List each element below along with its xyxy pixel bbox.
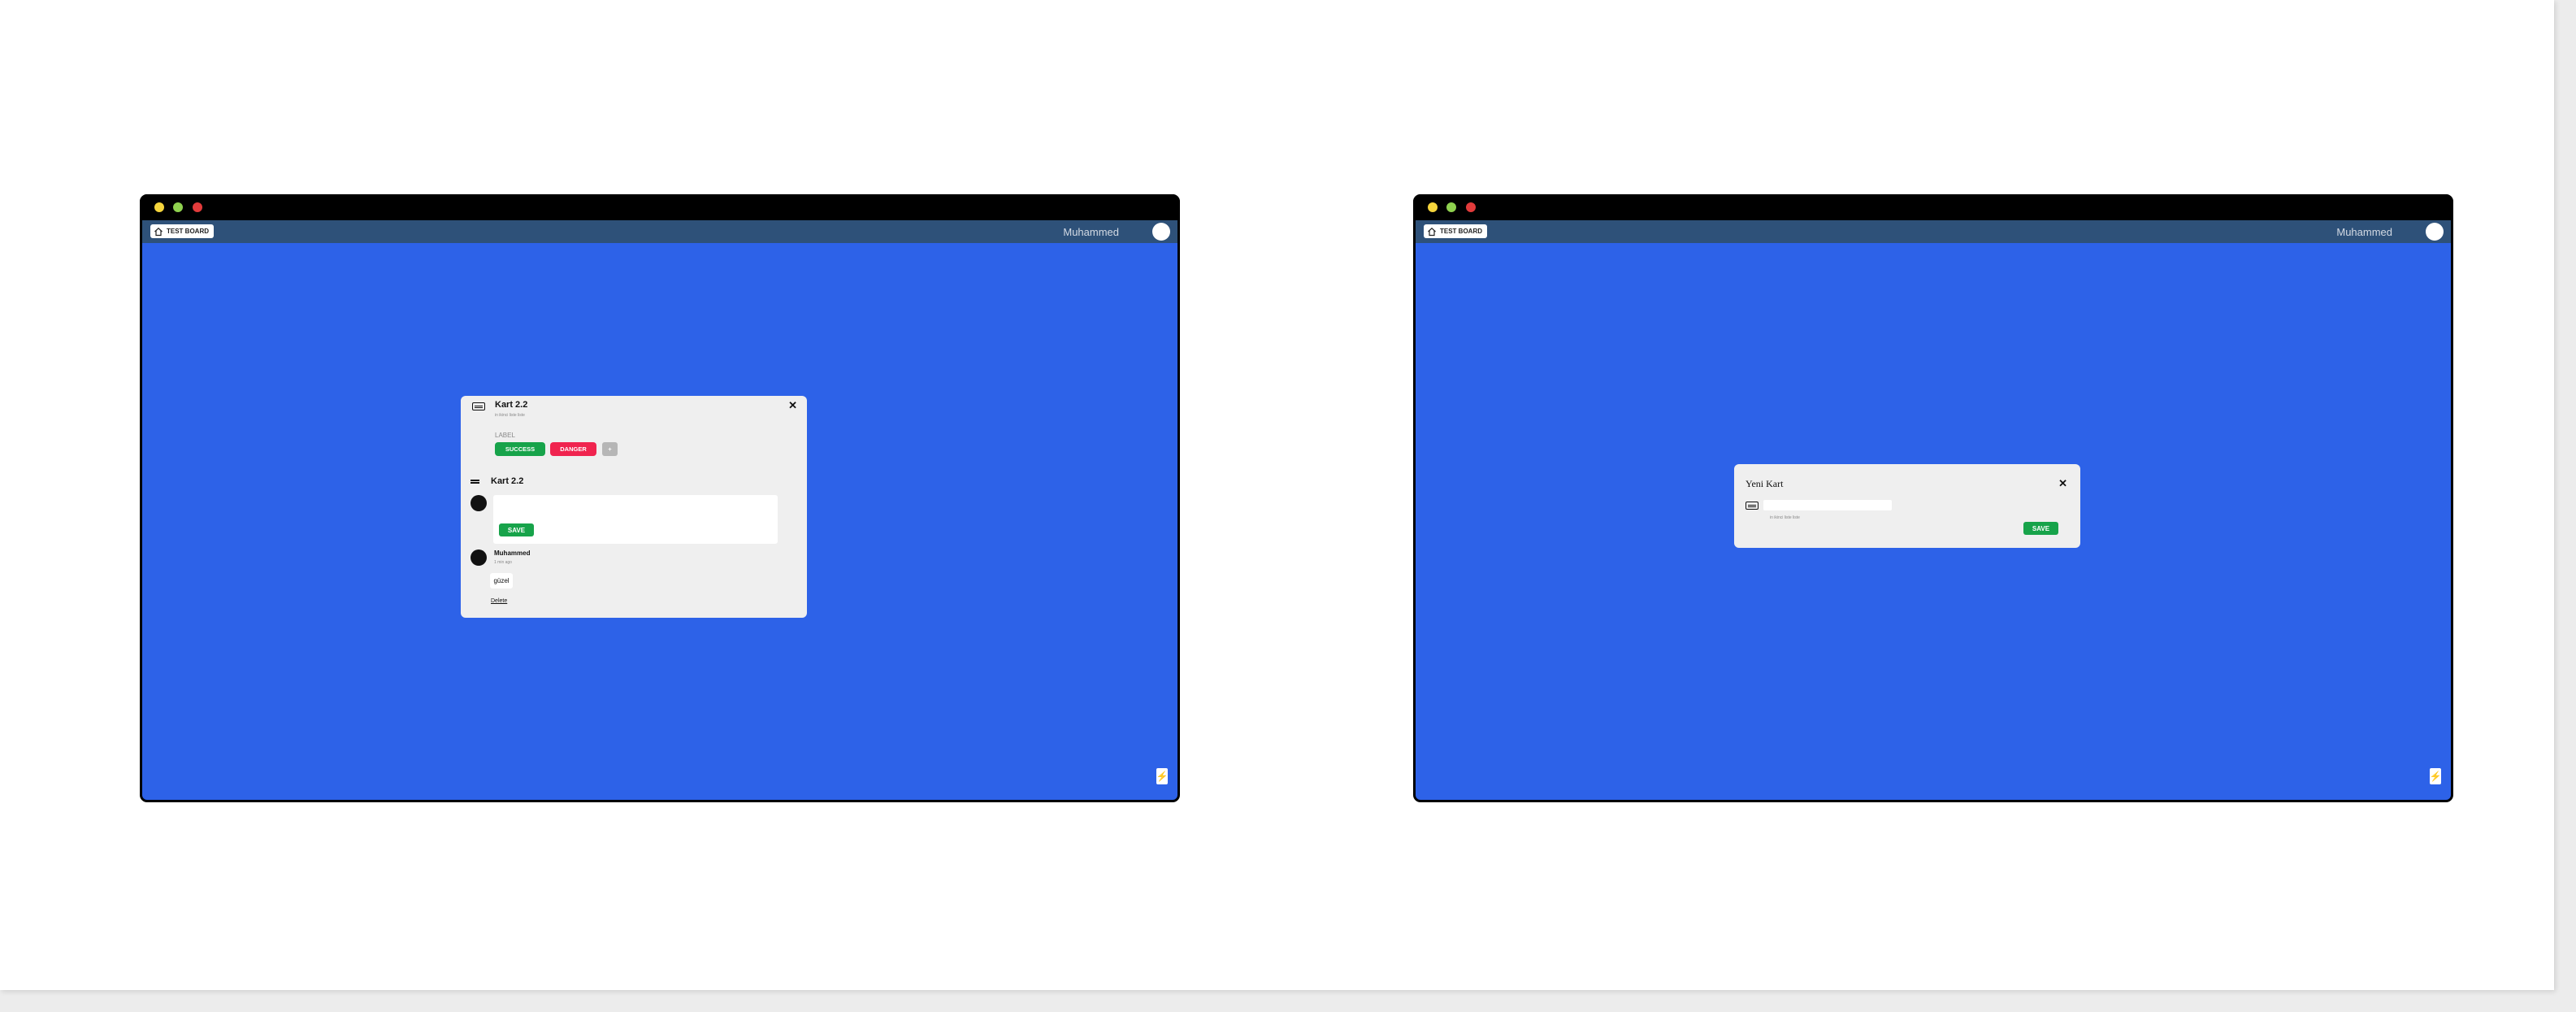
username: Muhammed — [2336, 226, 2392, 238]
card-title: Kart 2.2 — [495, 400, 528, 410]
new-card-modal: Yeni Kart ✕ in ikinci liste liste SAVE — [1734, 464, 2080, 548]
close-dot[interactable] — [193, 202, 202, 212]
comment-author: Muhammed — [494, 549, 531, 557]
card-list-subtitle: in ikinci liste liste — [1770, 515, 1800, 520]
browser-window-new-card: TEST BOARD Muhammed Yeni Kart ✕ in ikinc… — [1413, 194, 2453, 802]
top-navbar: TEST BOARD Muhammed — [1416, 220, 2451, 243]
board-name: TEST BOARD — [1440, 228, 1482, 235]
maximize-dot[interactable] — [173, 202, 183, 212]
board-screen: TEST BOARD Muhammed Kart 2.2 in ikinci l… — [142, 220, 1177, 800]
commenter-avatar — [471, 549, 487, 566]
label-chip-success[interactable]: SUCCESS — [495, 442, 545, 456]
user-avatar[interactable] — [1152, 223, 1170, 241]
comment-avatar — [471, 495, 487, 511]
add-label-button[interactable]: + — [602, 442, 618, 456]
home-icon — [1428, 227, 1436, 236]
delete-comment-link[interactable]: Delete — [491, 598, 507, 604]
description-icon — [471, 480, 479, 485]
close-icon[interactable]: ✕ — [788, 399, 797, 412]
bolt-icon[interactable]: ⚡ — [2430, 768, 2441, 784]
window-titlebar — [1413, 194, 2453, 220]
top-navbar: TEST BOARD Muhammed — [142, 220, 1177, 243]
user-avatar[interactable] — [2426, 223, 2444, 241]
close-icon[interactable]: ✕ — [2058, 477, 2067, 490]
card-list-subtitle: in ikinci liste liste — [495, 413, 525, 418]
board-home-button[interactable]: TEST BOARD — [1424, 224, 1487, 238]
minimize-dot[interactable] — [1428, 202, 1438, 212]
minimize-dot[interactable] — [154, 202, 164, 212]
description-title: Kart 2.2 — [491, 476, 524, 486]
maximize-dot[interactable] — [1446, 202, 1456, 212]
card-icon — [472, 402, 485, 410]
close-dot[interactable] — [1466, 202, 1476, 212]
browser-window-card-detail: TEST BOARD Muhammed Kart 2.2 in ikinci l… — [140, 194, 1180, 802]
comment-text: güzel — [490, 573, 513, 589]
label-chip-danger[interactable]: DANGER — [550, 442, 596, 456]
username: Muhammed — [1063, 226, 1119, 238]
board-name: TEST BOARD — [167, 228, 209, 235]
card-detail-modal: Kart 2.2 in ikinci liste liste ✕ LABEL S… — [461, 396, 807, 618]
presentation-canvas: TEST BOARD Muhammed Kart 2.2 in ikinci l… — [0, 0, 2554, 990]
board-home-button[interactable]: TEST BOARD — [150, 224, 214, 238]
label-caption: LABEL — [495, 432, 515, 439]
window-titlebar — [140, 194, 1180, 220]
save-comment-button[interactable]: SAVE — [499, 523, 534, 536]
card-icon — [1746, 502, 1759, 510]
home-icon — [154, 227, 163, 236]
bolt-icon[interactable]: ⚡ — [1156, 768, 1168, 784]
comment-input[interactable]: SAVE — [493, 495, 778, 544]
new-card-title: Yeni Kart — [1746, 478, 1784, 489]
comment-time: 1 min ago — [494, 560, 512, 565]
card-name-input[interactable] — [1763, 500, 1892, 510]
board-screen: TEST BOARD Muhammed Yeni Kart ✕ in ikinc… — [1416, 220, 2451, 800]
save-card-button[interactable]: SAVE — [2023, 522, 2058, 535]
